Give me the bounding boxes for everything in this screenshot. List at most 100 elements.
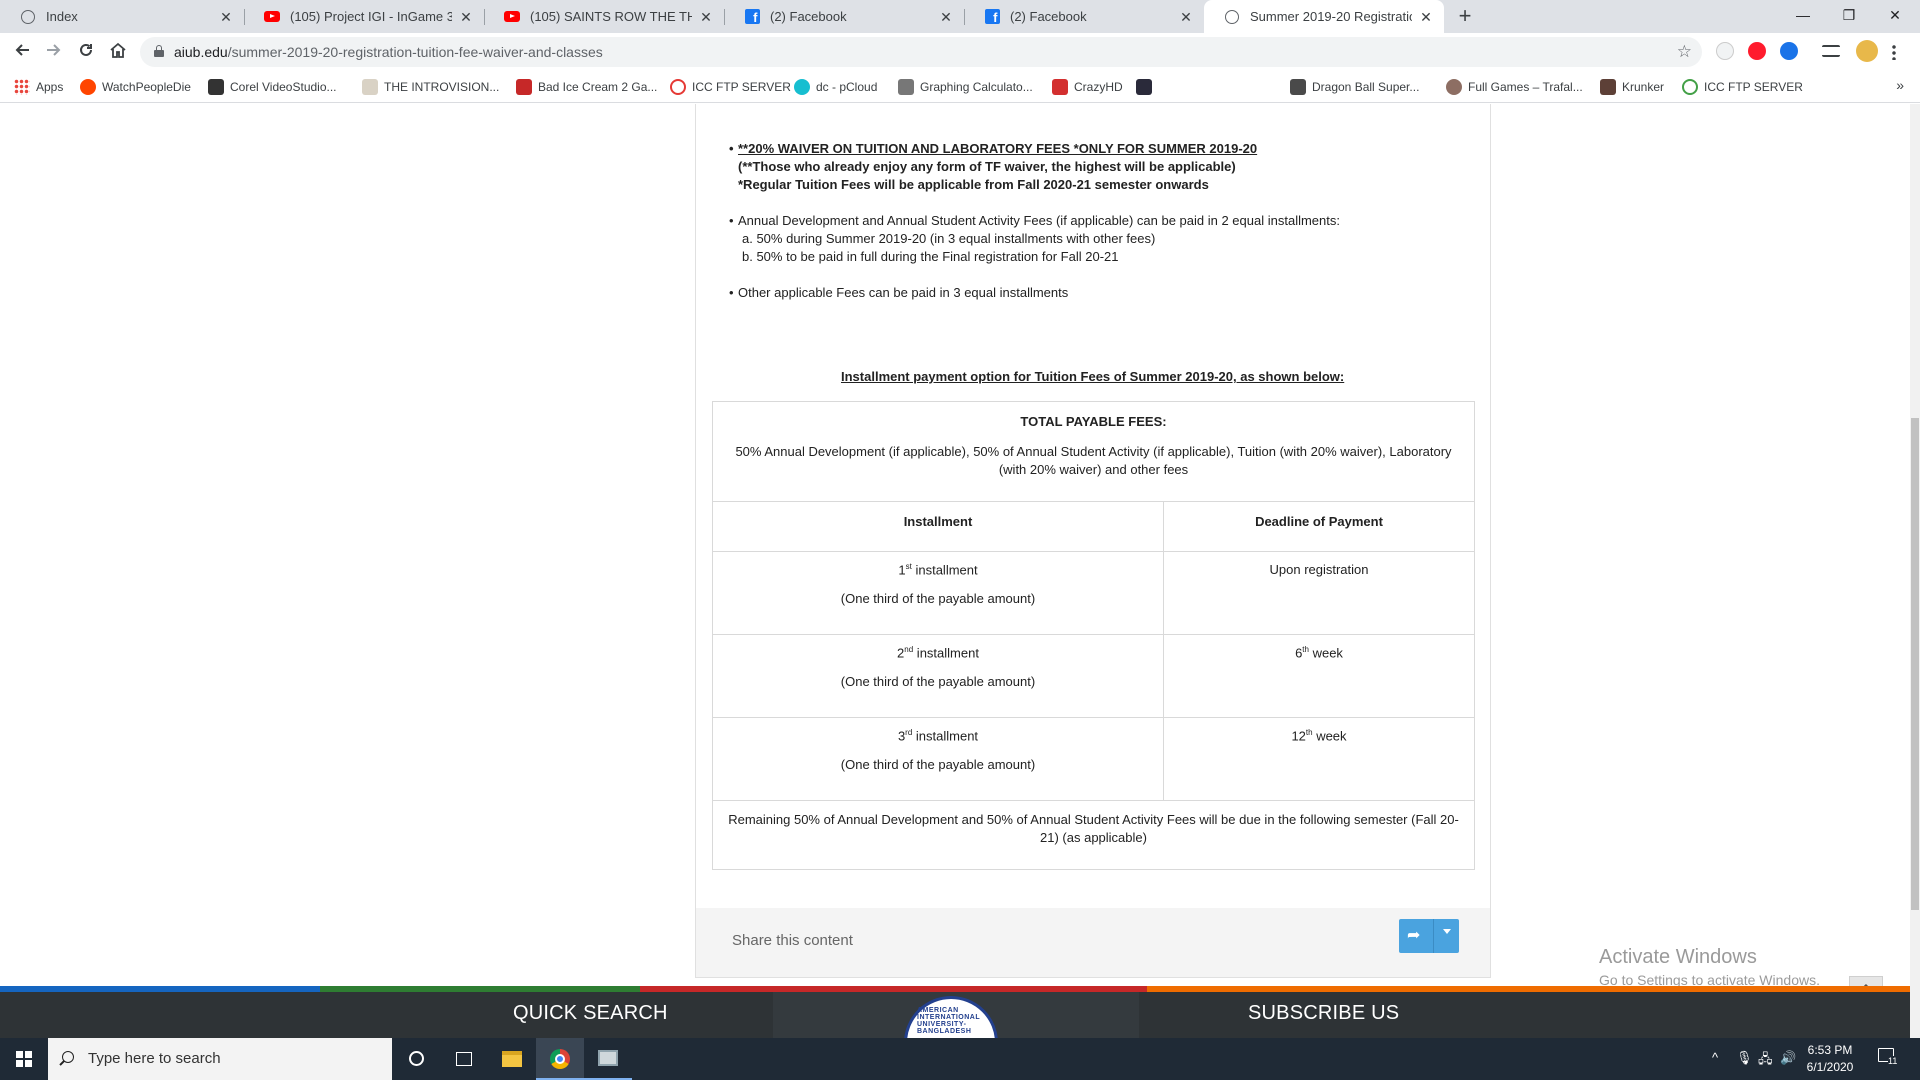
chevron-down-icon[interactable] — [1443, 929, 1451, 934]
ftp-icon — [670, 79, 686, 95]
bookmark-icc-ftp[interactable]: ICC FTP SERVER — [670, 77, 791, 97]
bookmark-full-games[interactable]: Full Games – Trafal... — [1446, 77, 1583, 97]
close-icon[interactable]: ✕ — [458, 9, 474, 25]
tab-title: Index — [46, 9, 78, 24]
table-row: 2nd installment (One third of the payabl… — [712, 634, 1475, 718]
introvision-icon — [362, 79, 378, 95]
page-scrollbar[interactable] — [1910, 104, 1920, 1038]
ftp-icon — [1682, 79, 1698, 95]
bookmark-corel[interactable]: Corel VideoStudio... — [208, 77, 337, 97]
cortana-button[interactable] — [392, 1038, 440, 1080]
bookmark-dark-tile[interactable] — [1136, 77, 1158, 97]
close-icon[interactable]: ✕ — [1178, 9, 1194, 25]
bookmark-krunker[interactable]: Krunker — [1600, 77, 1664, 97]
extension-cloud-icon[interactable] — [1716, 42, 1734, 60]
column-header-deadline: Deadline of Payment — [1163, 501, 1475, 552]
bookmark-label: ICC FTP SERVER — [692, 80, 791, 94]
address-bar[interactable]: aiub.edu/summer-2019-20-registration-tui… — [140, 37, 1702, 67]
profile-avatar[interactable] — [1856, 40, 1878, 62]
folder-icon — [502, 1051, 522, 1067]
bookmark-introvision[interactable]: THE INTROVISION... — [362, 77, 499, 97]
clock-time: 6:53 PM — [1807, 1043, 1853, 1057]
bookmark-label: Graphing Calculato... — [920, 80, 1033, 94]
bookmark-bad-ice-cream[interactable]: Bad Ice Cream 2 Ga... — [516, 77, 657, 97]
bookmark-label: Corel VideoStudio... — [230, 80, 337, 94]
restore-button[interactable]: ❐ — [1826, 0, 1872, 30]
task-view-icon — [456, 1052, 472, 1066]
installment-cell: 3rd installment (One third of the payabl… — [712, 717, 1164, 801]
share-arrow-icon: ➦ — [1407, 927, 1421, 944]
system-clock[interactable]: 6:53 PM 6/1/2020 — [1795, 1042, 1865, 1076]
bookmark-graphing-calculator[interactable]: Graphing Calculato... — [898, 77, 1033, 97]
deadline-text: week — [1308, 645, 1343, 661]
share-button[interactable]: ➦ — [1399, 919, 1459, 953]
tab-saints-row[interactable]: (105) SAINTS ROW THE THIRD RE ✕ — [484, 0, 724, 33]
opera-extension-icon[interactable] — [1748, 42, 1766, 60]
ordinal-suffix: nd — [904, 645, 914, 654]
bookmark-label: Apps — [36, 80, 64, 94]
taskbar-search[interactable]: Type here to search — [48, 1038, 392, 1080]
waiver-heading: **20% WAIVER ON TUITION AND LABORATORY F… — [738, 141, 1258, 156]
installment-cell: 1st installment (One third of the payabl… — [712, 551, 1164, 635]
windows-logo-icon — [16, 1051, 32, 1067]
deadline-cell: 6th week — [1163, 634, 1475, 718]
action-center-button[interactable]: 11 — [1878, 1048, 1900, 1068]
krunker-icon — [1600, 79, 1616, 95]
scrollbar-thumb[interactable] — [1911, 418, 1919, 910]
file-explorer-button[interactable] — [488, 1038, 536, 1080]
installment-label: 2nd installment — [713, 645, 1163, 660]
new-tab-button[interactable]: + — [1452, 4, 1478, 30]
reload-button[interactable] — [72, 38, 100, 66]
minimize-button[interactable]: — — [1780, 0, 1826, 30]
back-button[interactable] — [8, 38, 36, 66]
bookmark-dragon-ball[interactable]: Dragon Ball Super... — [1290, 77, 1419, 97]
deadline-text: Upon registration — [1269, 562, 1369, 577]
volume-icon[interactable]: 🔊 — [1780, 1050, 1796, 1066]
tab-title: (2) Facebook — [1010, 9, 1087, 24]
tab-facebook-2[interactable]: f (2) Facebook ✕ — [964, 0, 1204, 33]
close-icon[interactable]: ✕ — [218, 9, 234, 25]
tab-title: Summer 2019-20 Registration, Tu — [1250, 9, 1412, 24]
table-row: Remaining 50% of Annual Development and … — [712, 800, 1475, 870]
forward-arrow-icon — [47, 44, 61, 56]
tab-summer-registration[interactable]: Summer 2019-20 Registration, Tu ✕ — [1204, 0, 1444, 33]
bookmark-label: WatchPeopleDie — [102, 80, 191, 94]
bookmark-label: CrazyHD — [1074, 80, 1123, 94]
close-window-button[interactable]: ✕ — [1872, 0, 1918, 30]
youtube-icon — [264, 9, 280, 25]
forward-button[interactable] — [40, 38, 68, 66]
tab-facebook-1[interactable]: f (2) Facebook ✕ — [724, 0, 964, 33]
media-controls-icon[interactable] — [1822, 45, 1840, 57]
chrome-taskbar-button[interactable] — [536, 1038, 584, 1080]
bookmark-crazyhd[interactable]: CrazyHD — [1052, 77, 1123, 97]
waiver-bullet: • — [729, 141, 734, 156]
column-header-installment: Installment — [712, 501, 1164, 552]
annual-bullet: • — [729, 213, 734, 228]
windows-taskbar: Type here to search ^ 🎙 🖧 🔊 6:53 PM 6/1/… — [0, 1038, 1920, 1080]
close-icon[interactable]: ✕ — [1418, 9, 1434, 25]
tab-project-igi[interactable]: (105) Project IGI - InGame 3 (Airp ✕ — [244, 0, 484, 33]
full-games-icon — [1446, 79, 1462, 95]
annual-item-a: a. 50% during Summer 2019-20 (in 3 equal… — [742, 231, 1156, 246]
share-label: Share this content — [732, 932, 853, 949]
bookmark-watchpeopledie[interactable]: WatchPeopleDie — [80, 77, 191, 97]
task-view-button[interactable] — [440, 1038, 488, 1080]
bookmark-pcloud[interactable]: dc - pCloud — [794, 77, 877, 97]
bookmark-icc-ftp-2[interactable]: ICC FTP SERVER — [1682, 77, 1803, 97]
close-icon[interactable]: ✕ — [938, 9, 954, 25]
blue-extension-icon[interactable] — [1780, 42, 1798, 60]
close-icon[interactable]: ✕ — [698, 9, 714, 25]
network-icon[interactable]: 🖧 — [1758, 1050, 1773, 1072]
microphone-icon[interactable]: 🎙 — [1736, 1050, 1753, 1066]
menu-kebab-icon[interactable] — [1892, 44, 1896, 60]
show-hidden-icons-button[interactable]: ^ — [1712, 1050, 1718, 1065]
home-button[interactable] — [104, 38, 132, 66]
start-button[interactable] — [0, 1038, 48, 1080]
tab-index[interactable]: Index ✕ — [0, 0, 244, 33]
bookmark-star-icon[interactable]: ☆ — [1677, 42, 1692, 62]
annual-item-b: b. 50% to be paid in full during the Fin… — [742, 249, 1119, 264]
bookmarks-overflow-button[interactable]: » — [1896, 77, 1904, 93]
bookmark-apps[interactable]: Apps — [14, 77, 63, 97]
app-taskbar-button[interactable] — [584, 1038, 632, 1080]
installment-word: installment — [913, 645, 979, 661]
